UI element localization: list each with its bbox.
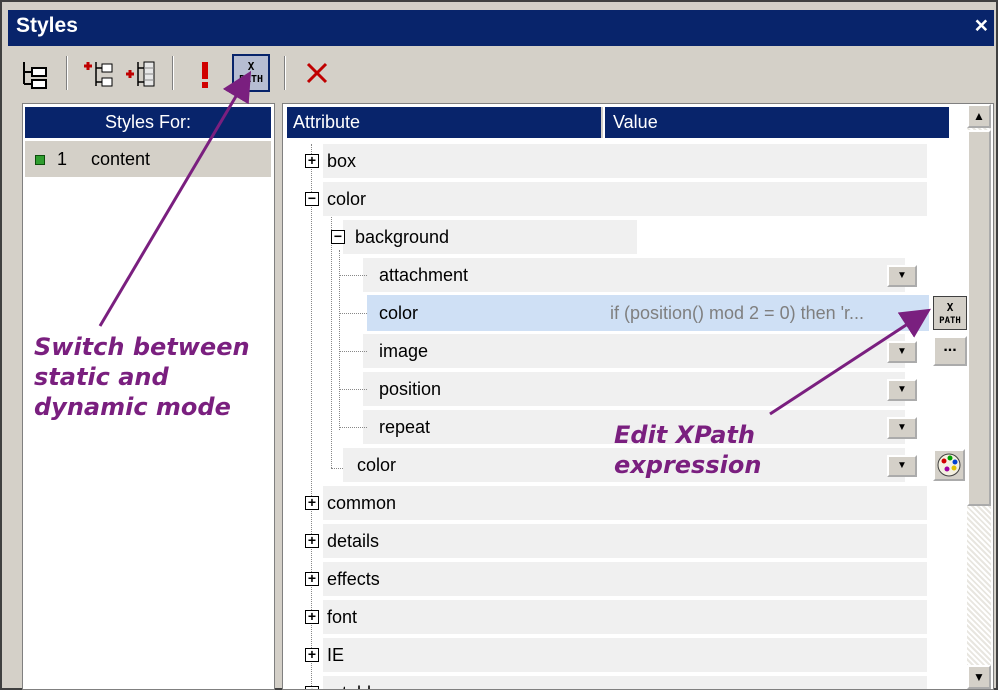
mode-annotation: Switch between static and dynamic mode (34, 333, 250, 421)
xpath-arrow (769, 308, 932, 416)
mode-arrow (98, 70, 252, 327)
xpath-annotation: Edit XPath expression (614, 421, 762, 479)
